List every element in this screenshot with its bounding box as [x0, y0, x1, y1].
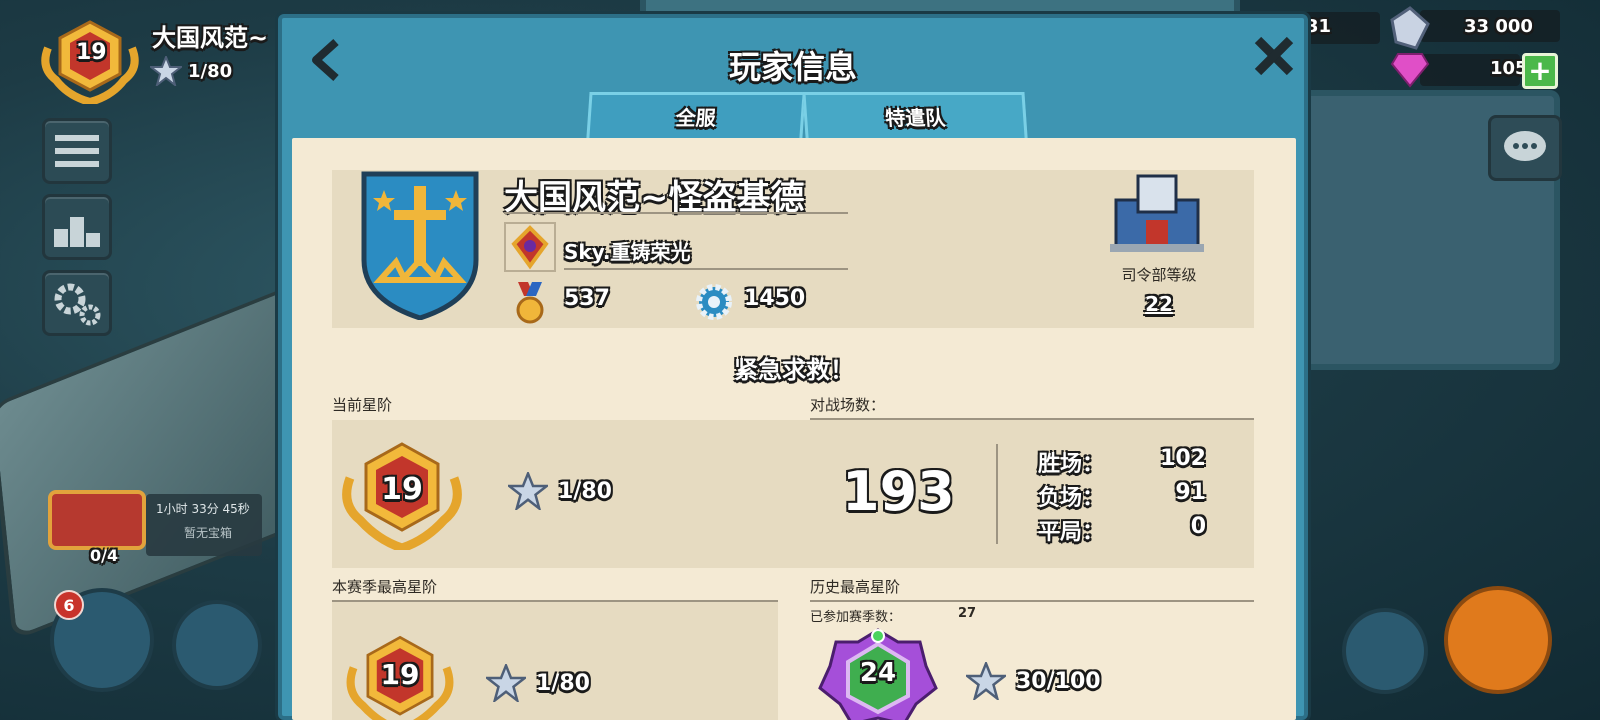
gear-icon	[54, 283, 101, 326]
medal-icon	[516, 282, 544, 324]
hud-stars: 1/80	[150, 56, 232, 86]
tab-global[interactable]: 全服	[586, 92, 806, 138]
history-best-level: 24	[859, 658, 897, 688]
season-best-level: 19	[380, 658, 420, 691]
hamburger-icon	[55, 135, 99, 167]
medal-count: 537	[564, 286, 610, 311]
content-panel: 大国风范~怪盗基德 Sky.重铸荣光 537 1450 司令部等级 22 紧急求…	[292, 138, 1296, 720]
hud-level-number: 19	[76, 40, 107, 65]
divider	[504, 212, 848, 214]
wins-label: 胜场：	[1038, 452, 1105, 477]
battles-label: 对战场数：	[810, 396, 886, 414]
chat-button[interactable]	[1488, 115, 1562, 181]
season-best-stars: 1/80	[486, 664, 590, 702]
upgrade-button[interactable]	[172, 600, 262, 690]
add-diamonds-button[interactable]: +	[1522, 53, 1558, 89]
current-rank-stars-value: 1/80	[558, 478, 612, 504]
hq-shortcut-button[interactable]	[1342, 608, 1428, 694]
losses-value: 91	[1175, 480, 1206, 505]
profile-card: 大国风范~怪盗基德 Sky.重铸荣光 537 1450 司令部等级 22	[332, 170, 1254, 328]
settings-button[interactable]	[42, 270, 112, 336]
chest-timer: 1小时 33分 45秒	[156, 502, 250, 516]
attack-button[interactable]	[1444, 586, 1552, 694]
star-icon	[150, 56, 182, 86]
task-force-emblem-icon[interactable]	[504, 222, 556, 272]
shield-emblem-icon[interactable]	[360, 170, 480, 320]
current-rank-card: 19 1/80 193 胜场： 102 负场： 91 平局： 0	[332, 420, 1254, 568]
iron-value: 33 000	[1464, 16, 1533, 37]
season-best-card: 19 1/80	[332, 602, 778, 720]
divider	[996, 444, 998, 544]
current-rank-label: 当前星阶	[332, 396, 393, 414]
modal-title: 玩家信息	[728, 48, 857, 86]
ranking-icon	[54, 217, 100, 247]
seasons-played-value: 27	[958, 606, 977, 621]
resource-partial-value: 31	[1306, 16, 1332, 37]
notification-badge: 6	[54, 590, 84, 620]
leaderboard-button[interactable]	[42, 194, 112, 260]
star-icon	[508, 472, 548, 510]
chest-count: 0/4	[90, 546, 119, 565]
hud-player-name: 大国风范~	[152, 24, 269, 52]
task-force-name[interactable]: Sky.重铸荣光	[564, 236, 691, 265]
current-rank-level: 19	[381, 472, 423, 507]
current-rank-stars: 1/80	[508, 472, 612, 510]
draws-label: 平局：	[1038, 520, 1105, 545]
chest-icon[interactable]	[48, 490, 146, 550]
back-arrow-icon[interactable]	[306, 38, 346, 82]
star-icon	[486, 664, 526, 702]
total-battles: 193	[842, 460, 955, 523]
iron-icon	[1390, 6, 1430, 50]
hq-level-label: 司令部等级	[1121, 266, 1197, 284]
wins-value: 102	[1160, 446, 1206, 471]
intel-count: 1450	[744, 286, 806, 311]
headquarters-icon[interactable]	[1102, 170, 1212, 256]
season-best-label: 本赛季最高星阶	[332, 578, 438, 596]
seasons-played-label: 已参加赛季数：	[810, 610, 902, 625]
history-best-stars-value: 30/100	[1016, 668, 1101, 694]
chat-icon	[1504, 131, 1546, 161]
losses-label: 负场：	[1038, 486, 1105, 511]
hud-stars-value: 1/80	[188, 60, 233, 82]
history-best-stars: 30/100	[966, 662, 1101, 700]
close-icon[interactable]	[1252, 34, 1296, 78]
chest-status: 暂无宝箱	[184, 526, 233, 540]
divider	[564, 268, 848, 270]
diamond-icon	[1390, 53, 1430, 88]
tab-task-force[interactable]: 特遣队	[802, 92, 1028, 138]
history-best-label: 历史最高星阶	[810, 578, 901, 596]
season-best-stars-value: 1/80	[536, 670, 590, 696]
menu-button[interactable]	[42, 118, 112, 184]
intel-gear-icon	[696, 284, 732, 320]
star-icon	[966, 662, 1006, 700]
draws-value: 0	[1190, 514, 1206, 539]
player-slogan: 紧急求救！	[734, 356, 854, 384]
player-info-modal: 玩家信息 全服 特遣队 大国风范~怪盗基德 Sky.重铸荣光 537 1450 …	[278, 14, 1308, 720]
tab-task-force-label: 特遣队	[884, 106, 947, 130]
hq-level-value: 22	[1145, 292, 1173, 316]
tab-global-label: 全服	[674, 106, 717, 130]
divider	[810, 600, 1254, 602]
